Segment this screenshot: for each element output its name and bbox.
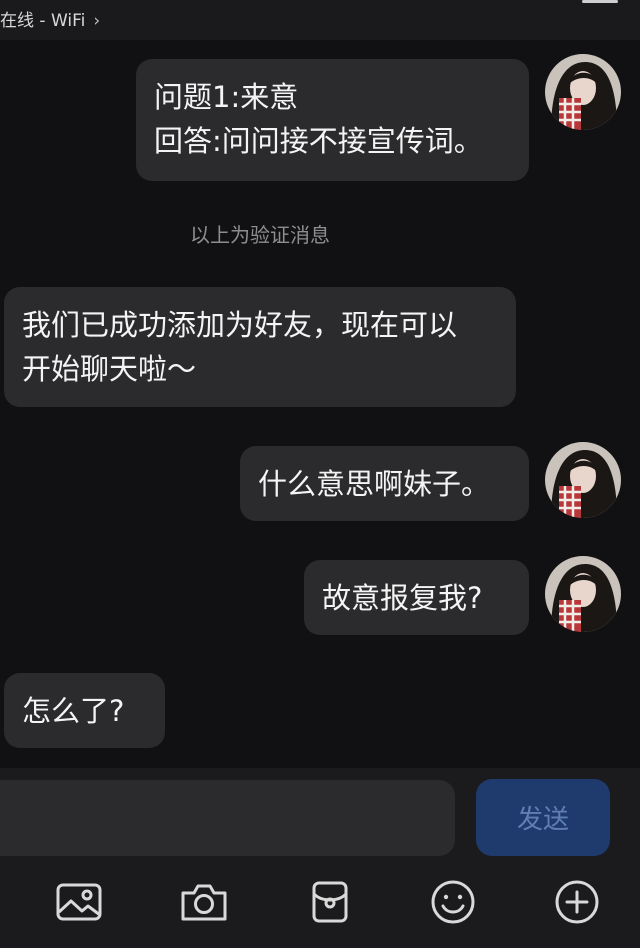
- avatar[interactable]: [545, 442, 621, 518]
- camera-icon[interactable]: [180, 880, 228, 924]
- message-bubble-incoming[interactable]: 怎么了?: [4, 673, 165, 748]
- message-bubble-outgoing[interactable]: 什么意思啊妹子。: [240, 446, 529, 521]
- menu-icon[interactable]: [582, 0, 618, 8]
- chevron-right-icon: ›: [93, 11, 101, 31]
- top-bar: 在线 - WiFi ›: [0, 0, 640, 40]
- connection-status[interactable]: 在线 - WiFi ›: [0, 6, 100, 31]
- message-bubble-incoming[interactable]: 我们已成功添加为好友，现在可以 开始聊天啦～: [4, 287, 516, 407]
- red-packet-icon[interactable]: [306, 880, 354, 924]
- message-text: 回答:问问接不接宣传词。: [154, 124, 483, 158]
- message-text: 开始聊天啦～: [22, 352, 197, 386]
- message-bubble-outgoing[interactable]: 问题1:来意 回答:问问接不接宣传词。: [136, 59, 529, 181]
- image-icon[interactable]: [55, 880, 103, 924]
- message-input[interactable]: [0, 780, 455, 856]
- send-button[interactable]: 发送: [476, 779, 610, 856]
- message-text: 故意报复我?: [322, 581, 483, 615]
- verification-note: 以上为验证消息: [190, 223, 330, 247]
- avatar[interactable]: [545, 54, 621, 130]
- connection-status-label: 在线 - WiFi: [0, 11, 86, 31]
- message-text: 什么意思啊妹子。: [258, 467, 491, 501]
- emoji-icon[interactable]: [429, 880, 477, 924]
- message-text: 问题1:来意: [154, 80, 299, 114]
- plus-icon[interactable]: [553, 880, 601, 924]
- avatar[interactable]: [545, 556, 621, 632]
- message-bubble-outgoing[interactable]: 故意报复我?: [304, 560, 529, 635]
- message-text: 我们已成功添加为好友，现在可以: [22, 308, 458, 342]
- message-text: 怎么了?: [22, 694, 125, 728]
